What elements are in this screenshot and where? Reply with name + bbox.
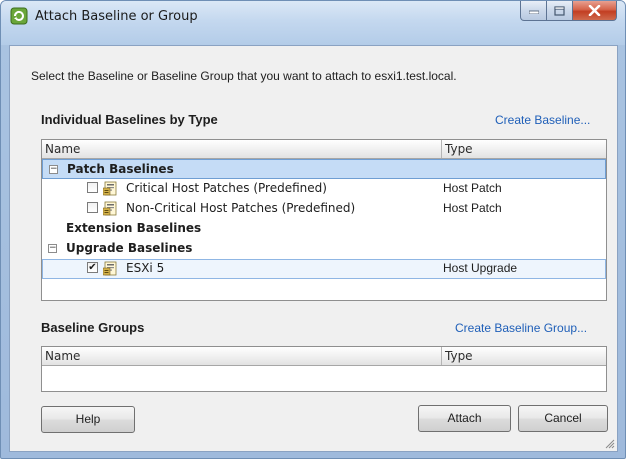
baseline-name: Non-Critical Host Patches (Predefined) [126,201,356,215]
column-header-name[interactable]: Name [42,140,441,158]
resize-grip-icon[interactable] [603,437,615,449]
help-button[interactable]: Help [41,406,135,433]
window-title: Attach Baseline or Group [35,9,198,24]
create-baseline-link[interactable]: Create Baseline... [495,113,590,127]
cancel-button[interactable]: Cancel [518,405,608,432]
table-row[interactable]: Critical Host Patches (Predefined) Host … [42,179,606,199]
baseline-checkbox[interactable] [87,202,98,213]
group-label-patch-baselines: Patch Baselines [67,162,174,176]
group-row-extension-baselines[interactable]: Extension Baselines [42,219,606,239]
create-baseline-group-link[interactable]: Create Baseline Group... [455,321,587,335]
individual-baselines-table: Name Type − Patch Baselines Critical Hos… [41,139,607,301]
table-header: Name Type [42,140,606,159]
baseline-name: Critical Host Patches (Predefined) [126,181,327,195]
instruction-text: Select the Baseline or Baseline Group th… [31,69,457,83]
minimize-icon [528,10,539,14]
baseline-groups-title: Baseline Groups [41,320,145,335]
baseline-checkbox[interactable] [87,182,98,193]
title-bar[interactable]: Attach Baseline or Group [1,1,625,45]
column-header-name[interactable]: Name [42,347,441,365]
table-row[interactable]: ✔ ESXi 5 Host Upgrade [42,259,606,279]
baseline-type: Host Upgrade [443,261,518,275]
maximize-button[interactable] [546,1,573,21]
baseline-name: ESXi 5 [126,261,165,275]
baseline-checkbox[interactable]: ✔ [87,262,98,273]
attach-button[interactable]: Attach [418,405,511,432]
group-row-upgrade-baselines[interactable]: − Upgrade Baselines [42,239,606,259]
collapse-toggle[interactable]: − [48,244,57,253]
baseline-type: Host Patch [443,201,502,215]
group-row-patch-baselines[interactable]: − Patch Baselines [42,159,606,179]
baseline-document-icon [103,201,117,216]
column-header-type[interactable]: Type [442,140,606,158]
minimize-button[interactable] [520,1,547,21]
group-label-upgrade-baselines: Upgrade Baselines [66,241,193,255]
group-label-extension-baselines: Extension Baselines [66,221,202,235]
collapse-toggle[interactable]: − [49,165,58,174]
baseline-document-icon [103,181,117,196]
maximize-icon [554,5,565,16]
close-button[interactable] [572,1,617,21]
table-header: Name Type [42,347,606,366]
baseline-type: Host Patch [443,181,502,195]
table-row[interactable]: Non-Critical Host Patches (Predefined) H… [42,199,606,219]
close-icon [588,5,601,16]
baseline-document-icon [103,261,117,276]
individual-baselines-title: Individual Baselines by Type [41,112,218,127]
dialog-body: Select the Baseline or Baseline Group th… [9,45,618,452]
column-header-type[interactable]: Type [442,347,606,365]
vmware-update-manager-icon [10,7,28,25]
baseline-groups-table: Name Type [41,346,607,392]
attach-baseline-dialog: Attach Baseline or Group Select the Base… [0,0,626,459]
